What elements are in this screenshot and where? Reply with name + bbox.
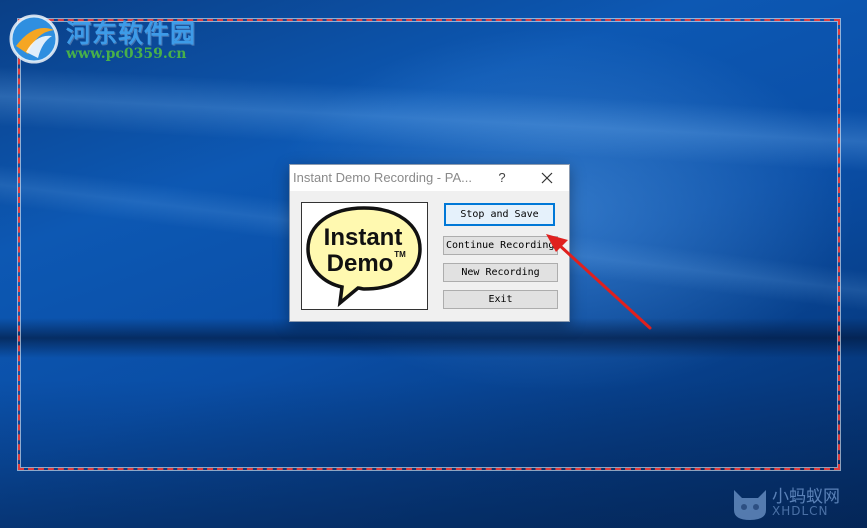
dialog-title: Instant Demo Recording - PA... — [293, 170, 472, 185]
instant-demo-dialog: Instant Demo Recording - PA... ? Instant… — [289, 164, 570, 322]
exit-button[interactable]: Exit — [443, 290, 558, 309]
watermark-url: www.pc0359.cn — [66, 46, 187, 62]
logo-trademark: TM — [394, 250, 406, 259]
logo-text-instant: Instant — [324, 224, 403, 251]
dialog-titlebar[interactable]: Instant Demo Recording - PA... ? — [290, 165, 569, 191]
speech-bubble-icon: Instant Demo TM — [306, 206, 422, 308]
watermark2-url: XHDLCN — [772, 504, 829, 518]
new-recording-button[interactable]: New Recording — [443, 263, 558, 282]
watermark-mascot-icon — [734, 490, 766, 520]
help-button[interactable]: ? — [492, 168, 512, 188]
stop-and-save-button[interactable]: Stop and Save — [444, 203, 555, 226]
instant-demo-logo: Instant Demo TM — [301, 202, 428, 310]
watermark-title: 河东软件园 — [66, 19, 197, 48]
continue-recording-button[interactable]: Continue Recording — [443, 236, 558, 255]
logo-text-demo: Demo — [327, 250, 394, 277]
watermark-logo-icon — [9, 14, 59, 64]
close-icon[interactable] — [530, 167, 564, 189]
